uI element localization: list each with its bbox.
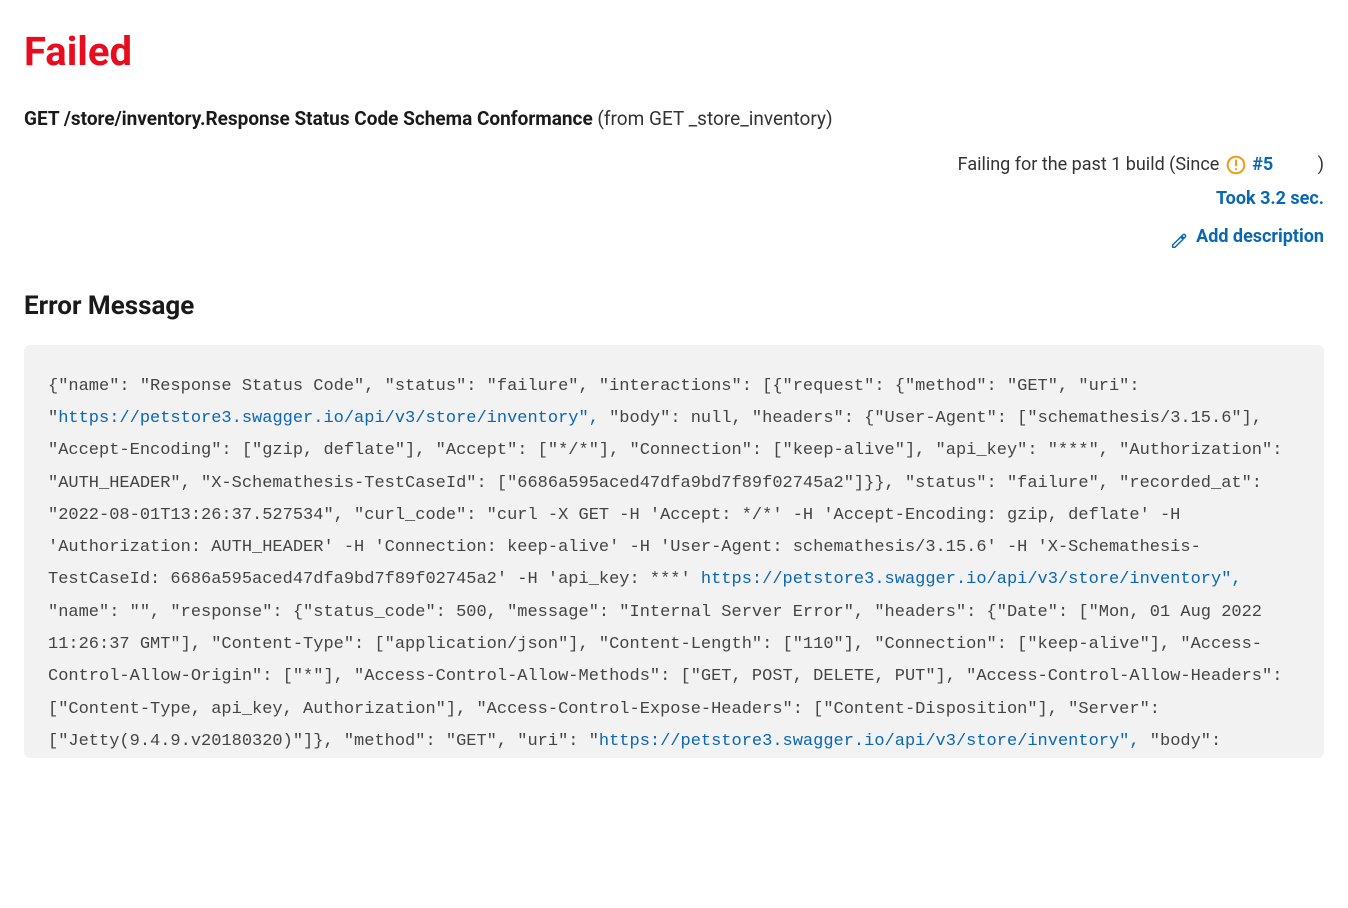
error-message-box: {"name": "Response Status Code", "status… bbox=[24, 345, 1324, 759]
failing-line: Failing for the past 1 build (Since #5 ) bbox=[24, 148, 1324, 182]
add-description-label: Add description bbox=[1196, 220, 1324, 254]
add-description-link[interactable]: Add description bbox=[1170, 220, 1324, 254]
error-text-segment: "body": bbox=[1140, 732, 1222, 751]
failing-paren: ) bbox=[1318, 154, 1324, 175]
test-name: GET /store/inventory.Response Status Cod… bbox=[24, 107, 593, 130]
error-url-link[interactable]: https://petstore3.swagger.io/api/v3/stor… bbox=[58, 409, 599, 428]
error-text-segment: "body": null, "headers": {"User-Agent": … bbox=[48, 409, 1282, 589]
took-line: Took 3.2 sec. bbox=[24, 182, 1324, 216]
meta-block: Failing for the past 1 build (Since #5 )… bbox=[24, 148, 1324, 263]
failing-prefix: Failing for the past 1 build (Since bbox=[958, 154, 1224, 175]
status-heading: Failed bbox=[24, 28, 1324, 75]
test-title-row: GET /store/inventory.Response Status Cod… bbox=[24, 107, 1324, 130]
warning-icon bbox=[1226, 155, 1246, 175]
error-text-segment: "name": "", "response": {"status_code": … bbox=[48, 603, 1282, 751]
error-url-link[interactable]: https://petstore3.swagger.io/api/v3/stor… bbox=[701, 570, 1242, 589]
error-url-link[interactable]: https://petstore3.swagger.io/api/v3/stor… bbox=[599, 732, 1140, 751]
test-from: (from GET _store_inventory) bbox=[593, 107, 833, 130]
pencil-icon bbox=[1170, 228, 1188, 246]
build-link[interactable]: #5 bbox=[1252, 154, 1273, 175]
error-heading: Error Message bbox=[24, 291, 1324, 321]
